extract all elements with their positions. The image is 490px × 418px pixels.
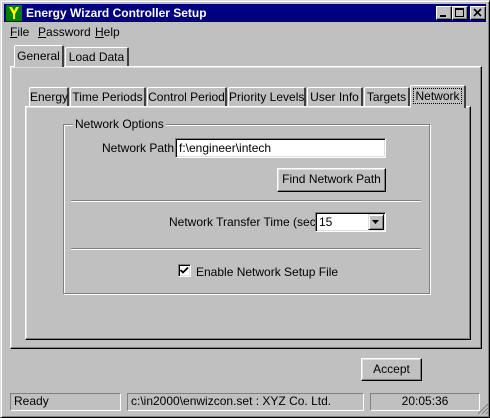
tab-load-data-label: Load Data	[68, 50, 125, 64]
tab-control-period[interactable]: Control Period	[147, 87, 227, 107]
tab-network[interactable]: Network	[410, 85, 466, 108]
tab-network-label: Network	[413, 88, 462, 104]
status-time: 20:05:36	[370, 393, 480, 411]
tab-time-periods-label: Time Periods	[72, 90, 143, 104]
tab-load-data[interactable]: Load Data	[65, 47, 129, 67]
minimize-icon	[440, 15, 446, 17]
energy-wizard-app-icon	[6, 5, 22, 21]
dropdown-button[interactable]	[368, 214, 384, 230]
tab-targets[interactable]: Targets	[364, 87, 410, 107]
tab-user-info[interactable]: User Info	[307, 87, 363, 107]
accept-button[interactable]: Accept	[361, 358, 422, 381]
tab-control-period-label: Control Period	[148, 90, 225, 104]
maximize-button[interactable]	[452, 6, 468, 20]
status-file: c:\in2000\enwizcon.set : XYZ Co. Ltd.	[127, 393, 364, 411]
menu-password[interactable]: Password	[38, 25, 91, 39]
menu-help[interactable]: Help	[95, 25, 120, 39]
tab-energy[interactable]: Energy	[29, 87, 69, 107]
window-title: Energy Wizard Controller Setup	[26, 6, 207, 20]
tab-priority-levels[interactable]: Priority Levels	[228, 87, 306, 107]
enable-network-setup-label: Enable Network Setup File	[196, 265, 339, 279]
close-icon	[473, 8, 482, 17]
tab-time-periods[interactable]: Time Periods	[70, 87, 146, 107]
separator	[71, 200, 421, 202]
menu-bar: File Password Help	[4, 23, 486, 41]
network-transfer-time-label: Network Transfer Time (secs):	[169, 215, 330, 229]
chevron-down-icon	[372, 220, 379, 224]
tab-general-label: General	[17, 49, 60, 63]
status-state: Ready	[10, 393, 121, 411]
network-path-input[interactable]: f:\engineer\intech	[175, 138, 386, 158]
menu-file[interactable]: File	[10, 25, 29, 39]
maximize-icon	[455, 8, 464, 17]
network-path-label: Network Path:	[102, 141, 178, 155]
network-transfer-time-value: 15	[319, 215, 333, 229]
find-network-path-label: Find Network Path	[282, 172, 381, 186]
close-button[interactable]	[470, 6, 486, 20]
resize-grip-icon[interactable]	[477, 403, 489, 415]
tab-user-info-label: User Info	[310, 90, 359, 104]
tab-energy-label: Energy	[30, 90, 69, 104]
checkmark-icon	[179, 266, 189, 274]
find-network-path-button[interactable]: Find Network Path	[277, 168, 386, 192]
network-options-group-label: Network Options	[73, 117, 166, 131]
enable-network-setup-checkbox[interactable]	[178, 264, 191, 277]
minimize-button[interactable]	[436, 6, 452, 20]
app-window: Energy Wizard Controller Setup File Pass…	[0, 0, 490, 418]
separator	[71, 248, 421, 250]
title-bar[interactable]: Energy Wizard Controller Setup	[4, 4, 486, 22]
tab-priority-levels-label: Priority Levels	[229, 90, 305, 104]
tab-targets-label: Targets	[366, 90, 407, 104]
accept-button-label: Accept	[373, 362, 410, 376]
tab-general[interactable]: General	[14, 45, 64, 67]
